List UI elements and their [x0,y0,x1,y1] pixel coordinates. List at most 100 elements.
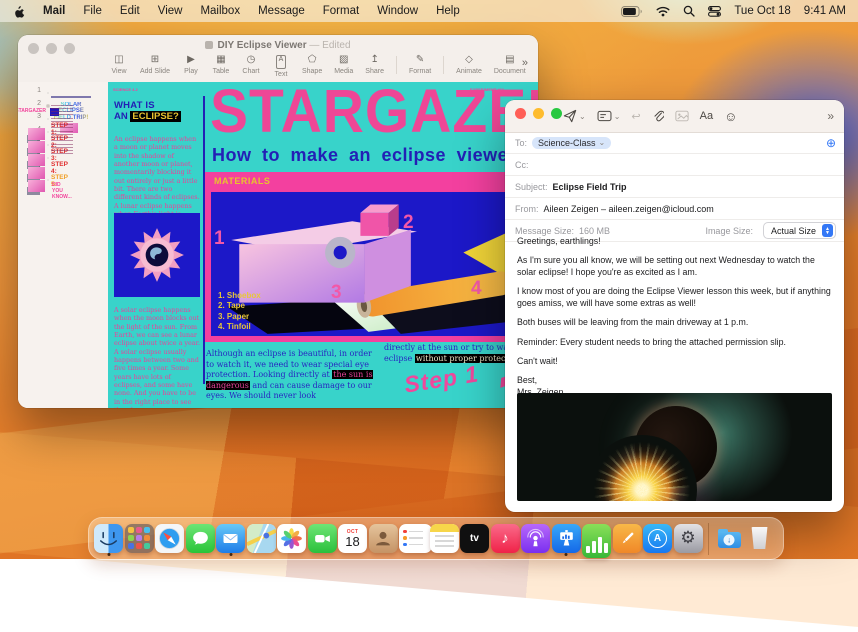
eclipse-heading-line2[interactable]: AN ECLIPSE? [114,111,181,122]
dock-icon-messages[interactable] [185,522,215,556]
menu-help[interactable]: Help [436,5,460,17]
attach-button[interactable] [652,109,664,123]
dock-icon-photos[interactable] [277,522,306,556]
tv-label: tv [470,532,479,544]
dock-icon-numbers[interactable] [582,522,611,558]
menu-view[interactable]: View [158,5,183,17]
toolbar-table-button[interactable]: ▦ Table [212,54,230,75]
to-field[interactable]: To: Science-Class ⌄ ⊕ [505,132,844,154]
play-icon: ▶ [187,54,195,65]
menu-app-name[interactable]: Mail [43,5,65,17]
close-button[interactable] [515,108,526,119]
toolbar-play-button[interactable]: ▶ Play [182,54,200,75]
control-center-icon[interactable] [708,5,722,17]
dock-icon-app-store[interactable]: A [643,522,672,556]
menu-format[interactable]: Format [323,5,359,17]
apple-menu-icon[interactable] [12,4,25,19]
slide-subtitle[interactable]: How to make an eclipse viewer! [212,145,538,166]
gear-icon: ⚙ [680,528,696,547]
sun-illustration[interactable] [114,213,200,297]
zoom-button[interactable] [551,108,562,119]
mail-toolbar-overflow-button[interactable]: » [827,109,834,123]
dock-icon-safari[interactable] [155,522,184,556]
dock-icon-tv[interactable]: tv [460,522,489,556]
add-recipient-button[interactable]: ⊕ [826,137,836,149]
slide-thumbnail-1[interactable]: 1 SOLAR ECLIPSE FIELD TRIP! [32,87,108,121]
dock-icon-calendar[interactable]: OCT 18 [338,522,367,556]
dock-icon-contacts[interactable] [368,522,398,556]
toolbar-chart-button[interactable]: ◷ Chart [242,54,260,75]
minimize-button[interactable] [533,108,544,119]
toolbar-add-slide-button[interactable]: ⊞ Add Slide [140,54,170,75]
dock-icon-notes[interactable] [429,522,459,556]
dock-icon-keynote[interactable] [551,522,581,556]
reply-icon[interactable]: ↩ [631,110,640,123]
keynote-titlebar[interactable]: DIY Eclipse Viewer — Edited ◫ View ⊞ Add S… [18,35,538,83]
media-icon: ▨ [339,54,349,65]
dock-icon-system-settings[interactable]: ⚙ [673,522,703,556]
message-body[interactable]: Greetings, earthlings! As I'm sure you a… [517,236,832,406]
dock-icon-reminders[interactable] [399,522,432,556]
add-slide-icon: ⊞ [150,54,160,65]
wifi-icon[interactable] [656,6,670,17]
send-button[interactable]: ⌄ [563,109,586,123]
toolbar-view-button[interactable]: ◫ View [110,54,128,75]
dock-icon-music[interactable]: ♪ [490,522,520,556]
dock-icon-launchpad[interactable] [124,522,154,556]
dock-icon-trash[interactable] [745,522,774,556]
search-icon[interactable] [683,5,695,17]
toolbar-media-button[interactable]: ▨ Media [334,54,353,75]
table-icon: ▦ [216,54,226,65]
toolbar-overflow-button[interactable]: » [522,57,528,69]
subject-field[interactable]: Subject: Eclipse Field Trip [505,176,844,198]
materials-box[interactable]: MATERIALS 1 2 3 4 1. Shoebox 2. Tape 3. … [205,172,538,342]
dock: OCT 18 tv ♪ A ⚙ ↓ [88,517,784,560]
header-fields-button[interactable]: ⌄ [597,110,620,122]
materials-list: 1. Shoebox 2. Tape 3. Paper 4. Tinfoil [218,291,261,333]
eclipse-heading-line1[interactable]: WHAT IS [114,100,155,111]
solar-eclipse-paragraph[interactable]: A solar eclipse happens when the moon bl… [114,306,200,408]
menubar-time[interactable]: 9:41 AM [804,5,846,17]
menubar-date[interactable]: Tue Oct 18 [734,5,790,17]
toolbar-share-button[interactable]: ↥ Share [365,54,384,75]
safety-paragraph-left[interactable]: Although an eclipse is beautiful, in ord… [206,349,378,402]
dock-icon-maps[interactable] [246,522,276,556]
cc-field[interactable]: Cc: [505,154,844,176]
toolbar-text-button[interactable]: A Text [272,54,290,78]
menu-window[interactable]: Window [377,5,418,17]
slide-title[interactable]: STARGAZERS [210,82,538,147]
mail-window-controls[interactable] [515,108,562,119]
chevron-down-icon: ⌄ [598,138,606,147]
dock-icon-podcasts[interactable] [521,522,550,556]
eclipse-attachment-image[interactable] [517,393,832,501]
menu-mailbox[interactable]: Mailbox [200,5,240,17]
document-icon [205,41,214,49]
slide-canvas[interactable]: SCIENCE 4.2 EXPERIMENT #11 WHAT IS AN EC… [108,82,538,408]
menu-file[interactable]: File [83,5,102,17]
format-icon: ✎ [415,54,425,65]
menu-edit[interactable]: Edit [120,5,140,17]
subject-value: Eclipse Field Trip [552,181,627,192]
recipient-token[interactable]: Science-Class ⌄ [532,136,612,149]
dock-icon-facetime[interactable] [307,522,337,556]
dock-icon-mail[interactable] [216,522,245,556]
dock-icon-finder[interactable] [94,522,123,556]
materials-illustration: 1 2 3 4 1. Shoebox 2. Tape 3. Paper 4. T… [211,192,532,336]
toolbar-animate-button[interactable]: ◇ Animate [456,54,482,75]
callout-number-1: 1 [214,228,225,249]
emoji-button[interactable]: ☺ [724,109,737,124]
step-annotation[interactable]: Step 1 [402,360,480,398]
dock-icon-pages[interactable] [612,522,642,556]
toolbar-shape-button[interactable]: ⬠ Shape [302,54,322,75]
format-button[interactable]: Aa [700,110,713,122]
dock-icon-downloads[interactable]: ↓ [715,522,744,556]
mail-titlebar[interactable]: ⌄ ⌄ ↩ Aa ☺ » [505,100,844,133]
toolbar-format-button[interactable]: ✎ Format [409,54,431,75]
course-label: SCIENCE 4.2 [113,88,138,93]
insert-photo-button[interactable] [675,110,689,122]
battery-icon[interactable] [621,5,643,17]
from-field[interactable]: From: Aileen Zeigen – aileen.zeigen@iclo… [505,198,844,220]
menu-bar: Mail File Edit View Mailbox Message Form… [0,0,858,22]
menu-message[interactable]: Message [258,5,305,17]
callout-number-2: 2 [403,212,414,233]
